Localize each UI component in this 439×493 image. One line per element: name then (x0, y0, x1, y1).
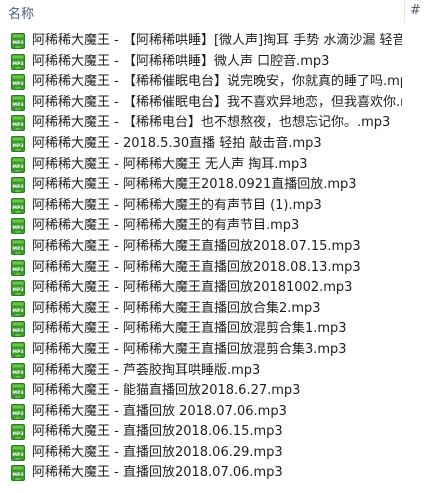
svg-text:MP3: MP3 (12, 308, 23, 314)
svg-text:MP3: MP3 (12, 267, 23, 273)
mp3-file-icon: MP3 (11, 218, 25, 235)
svg-text:MP3: MP3 (12, 164, 23, 170)
file-name: 阿稀稀大魔王 - 芦荟胶掏耳哄睡版.mp3 (32, 362, 261, 378)
svg-text:MP3: MP3 (12, 205, 23, 211)
column-header-name[interactable]: 名称 (8, 3, 34, 22)
svg-text:MP3: MP3 (12, 472, 23, 478)
svg-text:MP3: MP3 (12, 452, 23, 458)
svg-text:MP3: MP3 (12, 328, 23, 334)
mp3-file-icon: MP3 (11, 94, 25, 111)
mp3-file-icon: MP3 (11, 321, 25, 338)
file-name: 阿稀稀大魔王 - 阿稀稀大魔王直播回放2018.08.13.mp3 (32, 259, 361, 275)
svg-text:MP3: MP3 (12, 143, 23, 149)
mp3-file-icon: MP3 (11, 197, 25, 214)
mp3-file-icon: MP3 (11, 53, 25, 70)
svg-text:MP3: MP3 (12, 370, 23, 376)
file-row[interactable]: MP3 阿稀稀大魔王 - 能猫直播回放2018.6.27.mp3 (0, 381, 439, 402)
mp3-file-icon: MP3 (11, 362, 25, 379)
file-name: 阿稀稀大魔王 - 直播回放2018.06.15.mp3 (32, 424, 283, 440)
mp3-file-icon: MP3 (11, 383, 25, 400)
file-row[interactable]: MP3 阿稀稀大魔王 - 直播回放2018.06.29.mp3 (0, 443, 439, 464)
file-name: 阿稀稀大魔王 - 阿稀稀大魔王2018.0921直播回放.mp3 (32, 177, 357, 193)
svg-text:MP3: MP3 (12, 61, 23, 67)
mp3-file-icon: MP3 (11, 135, 25, 152)
file-name: 阿稀稀大魔王 - 【阿稀稀哄睡】[微人声]掏耳 手势 水滴沙漏 轻音... (32, 33, 402, 48)
file-row[interactable]: MP3 阿稀稀大魔王 - 【阿稀稀哄睡】微人声 口腔音.mp3 (0, 52, 439, 73)
file-row[interactable]: MP3 阿稀稀大魔王 - 阿稀稀大魔王直播回放混剪合集1.mp3 (0, 319, 439, 340)
svg-text:MP3: MP3 (12, 102, 23, 108)
mp3-file-icon: MP3 (11, 259, 25, 276)
file-name: 阿稀稀大魔王 - 直播回放2018.06.29.mp3 (32, 444, 283, 460)
svg-text:MP3: MP3 (12, 349, 23, 355)
file-row[interactable]: MP3 阿稀稀大魔王 - 【稀稀催眠电台】说完晚安，你就真的睡了吗.mp3 (0, 72, 439, 93)
file-name: 阿稀稀大魔王 - 阿稀稀大魔王的有声节目 (1).mp3 (32, 197, 322, 213)
file-name: 阿稀稀大魔王 - 【稀稀催眠电台】说完晚安，你就真的睡了吗.mp3 (32, 74, 402, 90)
mp3-file-icon: MP3 (11, 465, 25, 482)
file-row[interactable]: MP3 阿稀稀大魔王 - 直播回放 2018.07.06.mp3 (0, 402, 439, 423)
mp3-file-icon: MP3 (11, 33, 25, 49)
file-name: 阿稀稀大魔王 - 【稀稀电台】也不想熬夜，也想忘记你。.mp3 (32, 115, 391, 131)
file-row[interactable]: MP3 阿稀稀大魔王 - 阿稀稀大魔王直播回放2018.08.13.mp3 (0, 258, 439, 279)
mp3-file-icon: MP3 (11, 341, 25, 358)
svg-text:MP3: MP3 (12, 81, 23, 87)
mp3-file-icon: MP3 (11, 238, 25, 255)
file-name: 阿稀稀大魔王 - 阿稀稀大魔王直播回放2018.07.15.mp3 (32, 238, 361, 254)
svg-text:MP3: MP3 (12, 287, 23, 293)
mp3-file-icon: MP3 (11, 300, 25, 317)
file-name: 阿稀稀大魔王 - 阿稀稀大魔王直播回放混剪合集1.mp3 (32, 321, 347, 337)
svg-text:MP3: MP3 (12, 390, 23, 396)
svg-text:MP3: MP3 (12, 246, 23, 252)
file-row[interactable]: MP3 阿稀稀大魔王 - 阿稀稀大魔王的有声节目 (1).mp3 (0, 196, 439, 217)
mp3-file-icon: MP3 (11, 280, 25, 297)
svg-text:MP3: MP3 (12, 122, 23, 128)
file-name: 阿稀稀大魔王 - 2018.5.30直播 轻拍 敲击音.mp3 (32, 135, 322, 151)
mp3-file-icon: MP3 (11, 444, 25, 461)
file-row[interactable]: MP3 阿稀稀大魔王 - 【阿稀稀哄睡】[微人声]掏耳 手势 水滴沙漏 轻音..… (0, 31, 439, 52)
file-row[interactable]: MP3 阿稀稀大魔王 - 【稀稀催眠电台】我不喜欢异地恋，但我喜欢你.m... (0, 93, 439, 114)
file-name: 阿稀稀大魔王 - 【阿稀稀哄睡】微人声 口腔音.mp3 (32, 53, 330, 69)
file-row[interactable]: MP3 阿稀稀大魔王 - 阿稀稀大魔王直播回放混剪合集3.mp3 (0, 340, 439, 361)
file-row[interactable]: MP3 阿稀稀大魔王 - 阿稀稀大魔王直播回放2018.07.15.mp3 (0, 237, 439, 258)
file-row[interactable]: MP3 阿稀稀大魔王 - 芦荟胶掏耳哄睡版.mp3 (0, 361, 439, 382)
file-row[interactable]: MP3 阿稀稀大魔王 - 【稀稀电台】也不想熬夜，也想忘记你。.mp3 (0, 113, 439, 134)
file-row[interactable]: MP3 阿稀稀大魔王 - 阿稀稀大魔王直播回放合集2.mp3 (0, 299, 439, 320)
file-name: 阿稀稀大魔王 - 直播回放2018.07.06.mp3 (32, 465, 283, 481)
file-name: 阿稀稀大魔王 - 阿稀稀大魔王直播回放20181002.mp3 (32, 280, 353, 296)
file-name: 阿稀稀大魔王 - 直播回放 2018.07.06.mp3 (32, 403, 287, 419)
file-name: 阿稀稀大魔王 - 阿稀稀大魔王直播回放混剪合集3.mp3 (32, 341, 347, 357)
mp3-file-icon: MP3 (11, 115, 25, 132)
mp3-file-icon: MP3 (11, 156, 25, 173)
file-row[interactable]: MP3 阿稀稀大魔王 - 2018.5.30直播 轻拍 敲击音.mp3 (0, 134, 439, 155)
file-name: 阿稀稀大魔王 - 阿稀稀大魔王 无人声 掏耳.mp3 (32, 156, 308, 172)
svg-text:MP3: MP3 (12, 411, 23, 417)
file-row[interactable]: MP3 阿稀稀大魔王 - 阿稀稀大魔王直播回放20181002.mp3 (0, 278, 439, 299)
file-list: MP3 阿稀稀大魔王 - 【阿稀稀哄睡】[微人声]掏耳 手势 水滴沙漏 轻音..… (0, 31, 439, 484)
file-name: 阿稀稀大魔王 - 【稀稀催眠电台】我不喜欢异地恋，但我喜欢你.m... (32, 94, 402, 110)
mp3-file-icon: MP3 (11, 403, 25, 420)
mp3-file-icon: MP3 (11, 74, 25, 91)
column-divider[interactable] (404, 0, 405, 22)
column-header: 名称 # (0, 0, 439, 26)
file-name: 阿稀稀大魔王 - 能猫直播回放2018.6.27.mp3 (32, 383, 301, 399)
mp3-file-icon: MP3 (11, 424, 25, 441)
file-name: 阿稀稀大魔王 - 阿稀稀大魔王的有声节目.mp3 (32, 218, 300, 234)
svg-text:MP3: MP3 (12, 184, 23, 190)
mp3-file-icon: MP3 (11, 177, 25, 194)
column-header-number[interactable]: # (410, 3, 421, 18)
file-row[interactable]: MP3 阿稀稀大魔王 - 直播回放2018.06.15.mp3 (0, 422, 439, 443)
svg-text:MP3: MP3 (12, 431, 23, 437)
file-row[interactable]: MP3 阿稀稀大魔王 - 阿稀稀大魔王2018.0921直播回放.mp3 (0, 175, 439, 196)
file-row[interactable]: MP3 阿稀稀大魔王 - 阿稀稀大魔王 无人声 掏耳.mp3 (0, 155, 439, 176)
svg-text:MP3: MP3 (12, 225, 23, 231)
file-row[interactable]: MP3 阿稀稀大魔王 - 直播回放2018.07.06.mp3 (0, 463, 439, 484)
file-row[interactable]: MP3 阿稀稀大魔王 - 阿稀稀大魔王的有声节目.mp3 (0, 216, 439, 237)
svg-text:MP3: MP3 (12, 40, 23, 46)
file-name: 阿稀稀大魔王 - 阿稀稀大魔王直播回放合集2.mp3 (32, 300, 321, 316)
